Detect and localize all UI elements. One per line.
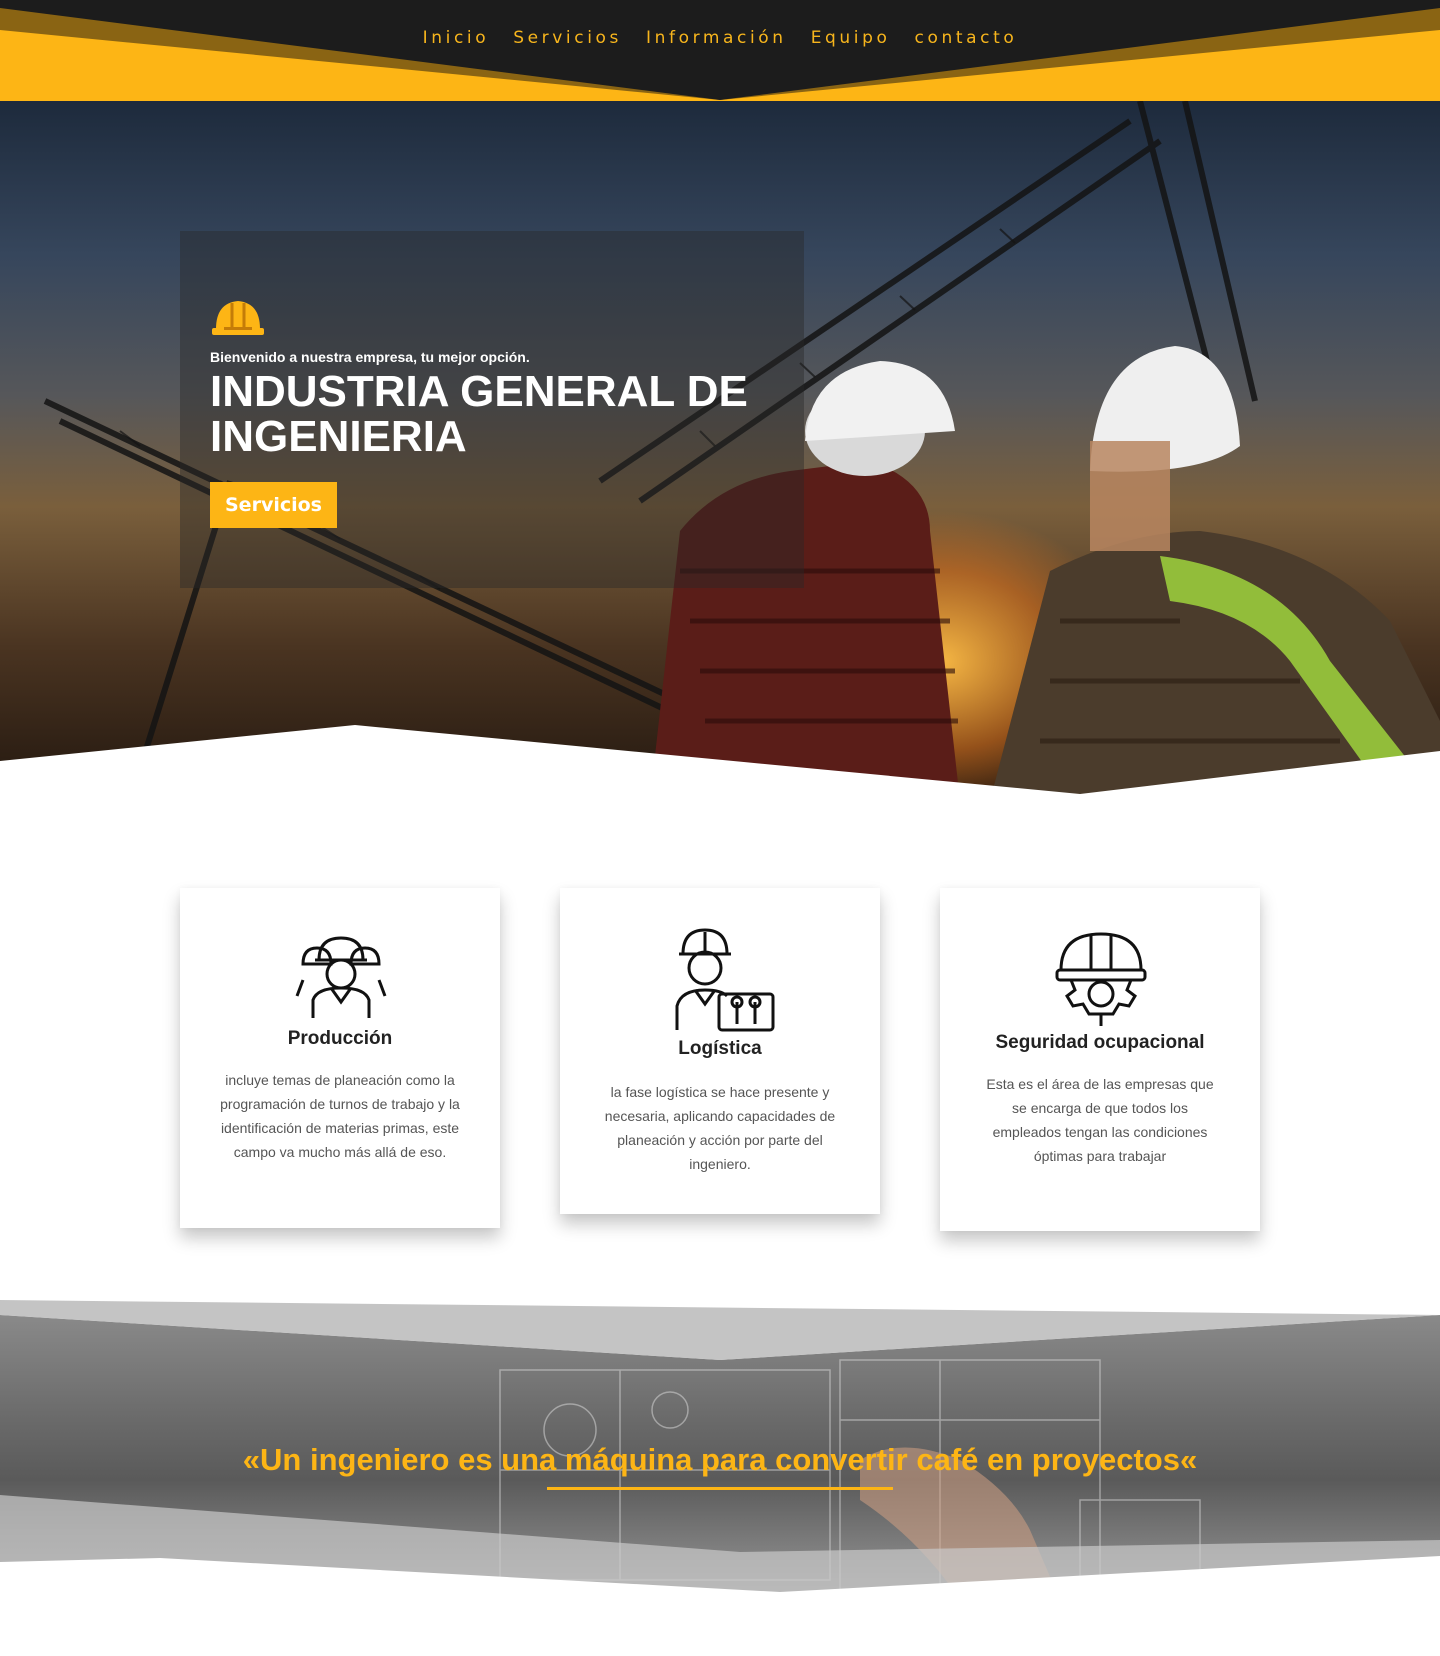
main-nav: Inicio Servicios Información Equipo cont… bbox=[0, 28, 1440, 48]
nav-link-equipo[interactable]: Equipo bbox=[811, 28, 891, 48]
service-card-produccion: Producción incluye temas de planeación c… bbox=[180, 888, 500, 1228]
hero-kicker-text: Bienvenido a nuestra empresa, tu mejor o… bbox=[210, 349, 530, 365]
quote-text: «Un ingeniero es una máquina para conver… bbox=[242, 1442, 1198, 1477]
nav-link-informacion[interactable]: Información bbox=[646, 28, 787, 48]
nav-link-contacto[interactable]: contacto bbox=[915, 28, 1018, 48]
hero-section: Bienvenido a nuestra empresa, tu mejor o… bbox=[0, 101, 1440, 801]
safety-helmet-gear-icon bbox=[1055, 932, 1147, 1028]
service-description: incluye temas de planeación como la prog… bbox=[220, 1072, 460, 1160]
hero-title: INDUSTRIA GENERAL DE INGENIERIA bbox=[210, 367, 748, 461]
service-title: Producción bbox=[287, 1028, 393, 1049]
header-shape bbox=[0, 0, 1440, 100]
quote-section: «Un ingeniero es una máquina para conver… bbox=[0, 1300, 1440, 1600]
hero-content-box: Bienvenido a nuestra empresa, tu mejor o… bbox=[180, 231, 804, 588]
nav-link-servicios[interactable]: Servicios bbox=[513, 28, 622, 48]
service-title: Seguridad ocupacional bbox=[995, 1032, 1205, 1053]
nav-link-inicio[interactable]: Inicio bbox=[423, 28, 490, 48]
service-description: la fase logística se hace presente y nec… bbox=[604, 1084, 836, 1172]
workers-group-icon bbox=[295, 936, 387, 1020]
service-card-seguridad: Seguridad ocupacional Esta es el área de… bbox=[940, 888, 1260, 1231]
service-title: Logística bbox=[678, 1038, 762, 1059]
service-description: Esta es el área de las empresas que se e… bbox=[986, 1076, 1214, 1164]
site-header: Inicio Servicios Información Equipo cont… bbox=[0, 0, 1440, 101]
hard-hat-icon bbox=[210, 297, 266, 339]
quote-underline-divider bbox=[547, 1487, 893, 1490]
engineer-with-tools-icon bbox=[675, 928, 775, 1032]
servicios-button[interactable]: Servicios bbox=[210, 482, 337, 528]
service-card-logistica: Logística la fase logística se hace pres… bbox=[560, 888, 880, 1214]
